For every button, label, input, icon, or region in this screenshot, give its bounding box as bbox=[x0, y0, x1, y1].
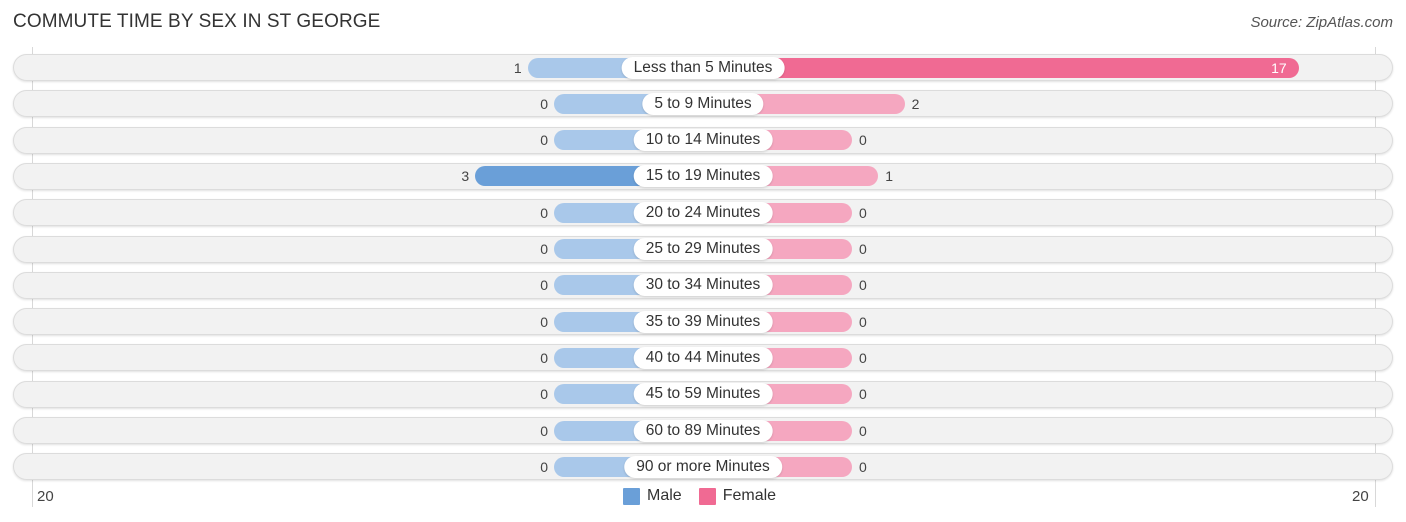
category-label: 60 to 89 Minutes bbox=[633, 419, 773, 442]
legend: Male Female bbox=[623, 487, 793, 505]
value-label-female: 2 bbox=[911, 95, 920, 112]
value-label-female: 0 bbox=[859, 313, 867, 330]
value-label-male: 3 bbox=[461, 168, 470, 185]
chart-title: COMMUTE TIME BY SEX IN ST GEORGE bbox=[13, 11, 381, 32]
legend-swatch-male bbox=[623, 487, 640, 505]
value-label-female: 0 bbox=[859, 132, 867, 149]
value-label-male: 0 bbox=[540, 386, 548, 403]
category-label: 40 to 44 Minutes bbox=[633, 346, 773, 369]
category-label: 30 to 34 Minutes bbox=[633, 274, 773, 297]
source-label: Source: ZipAtlas.com bbox=[1250, 14, 1393, 31]
value-label-male: 0 bbox=[540, 422, 548, 439]
legend-label-female: Female bbox=[722, 487, 777, 504]
category-label: 10 to 14 Minutes bbox=[633, 129, 773, 152]
value-label-male: 0 bbox=[540, 458, 548, 475]
category-label: 5 to 9 Minutes bbox=[642, 92, 764, 115]
value-label-female: 0 bbox=[859, 241, 867, 257]
value-label-female: 0 bbox=[859, 204, 867, 221]
category-label: 35 to 39 Minutes bbox=[633, 310, 773, 333]
value-label-male: 0 bbox=[540, 95, 548, 112]
value-label-male: 0 bbox=[540, 349, 548, 366]
legend-item-female[interactable]: Female bbox=[698, 487, 777, 505]
value-label-male: 1 bbox=[513, 59, 522, 76]
value-label-female: 0 bbox=[859, 277, 867, 294]
bar-female[interactable] bbox=[703, 57, 1300, 78]
value-label-female: 0 bbox=[859, 458, 867, 475]
value-label-male: 0 bbox=[540, 241, 548, 257]
value-label-male: 0 bbox=[540, 277, 548, 294]
value-label-male: 0 bbox=[540, 313, 548, 330]
value-label-female: 0 bbox=[859, 422, 867, 439]
legend-swatch-female bbox=[698, 487, 716, 505]
legend-label-male: Male bbox=[647, 487, 682, 504]
value-label-female: 0 bbox=[859, 349, 867, 366]
axis-tick-right: 20 bbox=[1352, 488, 1369, 505]
category-label: Less than 5 Minutes bbox=[621, 56, 785, 79]
category-label: 45 to 59 Minutes bbox=[633, 383, 773, 406]
value-label-female: 17 bbox=[1271, 59, 1287, 76]
category-label: 15 to 19 Minutes bbox=[633, 165, 773, 188]
axis-tick-left: 20 bbox=[37, 488, 54, 505]
category-label: 25 to 29 Minutes bbox=[633, 238, 773, 260]
legend-item-male[interactable]: Male bbox=[623, 487, 682, 505]
category-label: 20 to 24 Minutes bbox=[633, 201, 773, 224]
value-label-female: 1 bbox=[885, 168, 894, 185]
value-label-female: 0 bbox=[859, 386, 867, 403]
value-label-male: 0 bbox=[540, 204, 548, 221]
value-label-male: 0 bbox=[540, 132, 548, 149]
category-label: 90 or more Minutes bbox=[624, 455, 782, 478]
